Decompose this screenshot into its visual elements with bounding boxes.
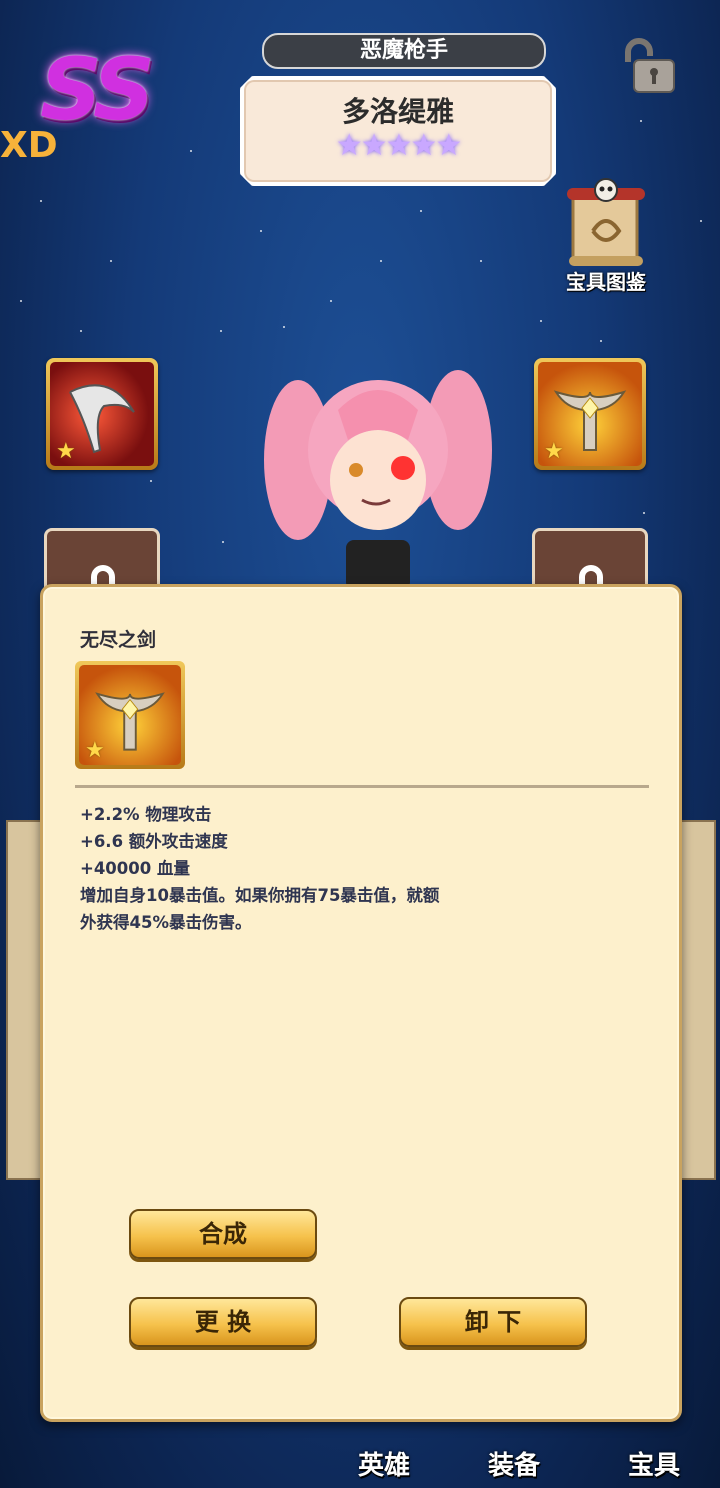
- tab-artifact[interactable]: 宝具: [628, 1445, 680, 1482]
- hero-name-panel: 多洛缇雅 ★★★★★: [240, 76, 556, 186]
- item-name: 无尽之剑: [80, 629, 157, 651]
- effect-line: 增加自身10暴击值。如果你拥有75暴击值，就额: [80, 886, 440, 905]
- sword-icon: ★: [538, 362, 642, 466]
- hero-class-title: 恶魔枪手: [262, 33, 546, 69]
- equipped-scythe-slot[interactable]: ★: [46, 358, 158, 470]
- stat-line: +2.2% 物理攻击: [80, 805, 212, 824]
- tab-hero[interactable]: 英雄: [358, 1445, 410, 1482]
- unequip-button[interactable]: 卸 下: [399, 1297, 587, 1347]
- codex-label: 宝具图鉴: [566, 270, 646, 294]
- side-label: XD: [0, 125, 58, 166]
- sword-icon: ★: [79, 665, 181, 765]
- tab-equipment[interactable]: 装备: [488, 1445, 540, 1482]
- artifact-codex-button[interactable]: 宝具图鉴: [556, 176, 656, 295]
- divider: [75, 785, 649, 788]
- star-icon: ★: [85, 738, 105, 763]
- scythe-icon: ★: [50, 362, 154, 466]
- star-icon: ★: [544, 439, 564, 464]
- equipped-sword-slot[interactable]: ★: [534, 358, 646, 470]
- combine-button[interactable]: 合成: [129, 1209, 317, 1259]
- hero-name: 多洛缇雅: [341, 95, 454, 128]
- item-description: +2.2% 物理攻击 +6.6 额外攻击速度 +40000 血量 增加自身10暴…: [80, 801, 520, 936]
- item-detail-dialog: 无尽之剑 ★ +2.2% 物理攻击 +6.6 额外攻击速度 +40000 血量 …: [40, 584, 682, 1422]
- effect-line: 外获得45%暴击伤害。: [80, 913, 252, 932]
- bottom-tab-bar: 英雄 装备 宝具: [0, 1418, 720, 1488]
- stat-line: +40000 血量: [80, 859, 190, 878]
- skull-scroll-icon: [563, 176, 649, 270]
- item-icon-frame: ★: [75, 661, 185, 769]
- side-frame-right: [676, 820, 716, 1180]
- star-icon: ★: [56, 439, 76, 464]
- hero-star-rating: ★★★★★: [335, 128, 461, 163]
- stat-line: +6.6 额外攻击速度: [80, 832, 228, 851]
- lock-open-icon[interactable]: [620, 36, 680, 96]
- hero-character-model: [258, 350, 498, 590]
- replace-button[interactable]: 更 换: [129, 1297, 317, 1347]
